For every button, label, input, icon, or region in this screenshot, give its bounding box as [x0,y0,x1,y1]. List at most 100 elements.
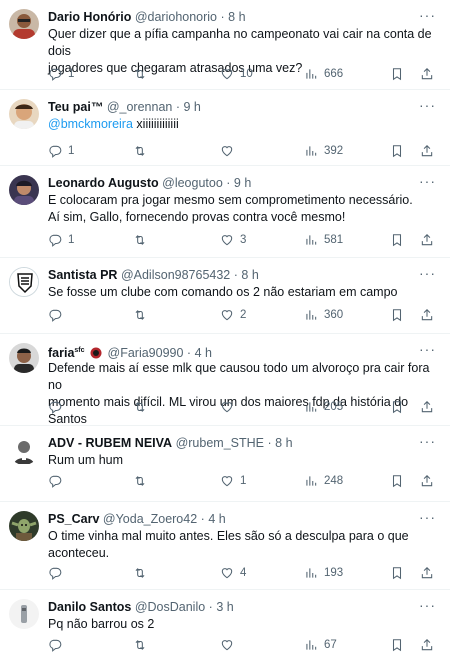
avatar[interactable] [9,343,39,373]
tweet[interactable]: Dario Honório @dariohonorio · 8 h ··· Qu… [0,0,450,90]
retweet-button[interactable] [133,231,153,249]
avatar[interactable] [9,435,39,465]
retweet-button[interactable] [133,472,153,490]
retweet-button[interactable] [133,398,153,416]
reply-button[interactable] [48,398,68,416]
bookmark-button[interactable] [390,306,404,324]
reply-button[interactable] [48,306,68,324]
timestamp[interactable]: 8 h [228,10,245,24]
views-button[interactable]: 193 [304,564,343,582]
tweet[interactable]: PS_Carv @Yoda_Zoero42 · 4 h ··· O time v… [0,502,450,590]
display-name[interactable]: Teu pai™ [48,100,103,114]
reply-button[interactable]: 1 [48,65,74,83]
more-icon[interactable]: ··· [419,342,436,356]
timestamp[interactable]: 3 h [216,600,233,614]
display-name-text: faria [48,346,75,360]
username[interactable]: @_orennan [107,100,173,114]
display-name[interactable]: fariasfc [48,346,85,360]
timestamp[interactable]: 8 h [275,436,292,450]
username[interactable]: @Faria90990 [108,346,184,360]
avatar[interactable] [9,599,39,629]
timestamp[interactable]: 9 h [183,100,200,114]
display-name[interactable]: Dario Honório [48,10,131,24]
more-icon[interactable]: ··· [419,266,436,280]
more-icon[interactable]: ··· [419,598,436,612]
bookmark-button[interactable] [390,398,404,416]
retweet-button[interactable] [133,636,153,654]
like-button[interactable]: 1 [220,472,246,490]
tweet[interactable]: Teu pai™ @_orennan · 9 h ··· @bmckmoreir… [0,90,450,166]
reply-button[interactable]: 1 [48,142,74,160]
share-button[interactable] [420,398,434,416]
share-button[interactable] [420,564,434,582]
share-button[interactable] [420,472,434,490]
like-button[interactable]: 4 [220,564,246,582]
username[interactable]: @rubem_STHE [176,436,264,450]
more-icon[interactable]: ··· [419,174,436,188]
bookmark-button[interactable] [390,564,404,582]
avatar[interactable] [9,267,39,297]
text-line: aconteceu. [48,546,110,560]
more-icon[interactable]: ··· [419,98,436,112]
reply-button[interactable]: 1 [48,231,74,249]
username[interactable]: @DosDanilo [135,600,205,614]
share-icon [421,639,433,651]
retweet-button[interactable] [133,142,153,160]
views-button[interactable]: 666 [304,65,343,83]
tweet[interactable]: ADV - RUBEM NEIVA @rubem_STHE · 8 h ··· … [0,426,450,502]
like-button[interactable] [220,398,240,416]
timestamp[interactable]: 8 h [241,268,258,282]
bookmark-button[interactable] [390,636,404,654]
tweet[interactable]: Danilo Santos @DosDanilo · 3 h ··· Pq nã… [0,590,450,670]
share-button[interactable] [420,65,434,83]
display-name[interactable]: Santista PR [48,268,117,282]
timestamp[interactable]: 4 h [195,346,212,360]
avatar[interactable] [9,175,39,205]
share-button[interactable] [420,231,434,249]
username[interactable]: @Adilson98765432 [121,268,230,282]
like-button[interactable]: 10 [220,65,253,83]
share-button[interactable] [420,306,434,324]
share-button[interactable] [420,142,434,160]
bookmark-button[interactable] [390,231,404,249]
reply-button[interactable] [48,636,68,654]
bookmark-button[interactable] [390,142,404,160]
display-name[interactable]: ADV - RUBEM NEIVA [48,436,172,450]
reply-button[interactable] [48,564,68,582]
share-button[interactable] [420,636,434,654]
timestamp[interactable]: 9 h [234,176,251,190]
username[interactable]: @leogutoo [162,176,223,190]
display-name[interactable]: Leonardo Augusto [48,176,159,190]
like-button[interactable]: 3 [220,231,246,249]
avatar[interactable] [9,99,39,129]
reply-button[interactable] [48,472,68,490]
views-button[interactable]: 67 [304,636,337,654]
retweet-button[interactable] [133,564,153,582]
more-icon[interactable]: ··· [419,510,436,524]
display-name[interactable]: PS_Carv [48,512,99,526]
views-button[interactable]: 581 [304,231,343,249]
views-button[interactable]: 360 [304,306,343,324]
retweet-button[interactable] [133,306,153,324]
more-icon[interactable]: ··· [419,434,436,448]
display-name[interactable]: Danilo Santos [48,600,131,614]
views-button[interactable]: 392 [304,142,343,160]
views-button[interactable]: 205 [304,398,343,416]
mention-link[interactable]: @bmckmoreira [48,117,133,131]
like-button[interactable] [220,636,240,654]
tweet[interactable]: fariasfc @Faria90990 · 4 h ··· Defende m… [0,334,450,426]
username[interactable]: @Yoda_Zoero42 [103,512,197,526]
username[interactable]: @dariohonorio [135,10,217,24]
views-button[interactable]: 248 [304,472,343,490]
avatar[interactable] [9,9,39,39]
retweet-button[interactable] [133,65,153,83]
bookmark-button[interactable] [390,472,404,490]
avatar[interactable] [9,511,39,541]
like-button[interactable]: 2 [220,306,246,324]
timestamp[interactable]: 4 h [208,512,225,526]
like-button[interactable] [220,142,240,160]
more-icon[interactable]: ··· [419,8,436,22]
tweet[interactable]: Leonardo Augusto @leogutoo · 9 h ··· E c… [0,166,450,258]
tweet[interactable]: Santista PR @Adilson98765432 · 8 h ··· S… [0,258,450,334]
bookmark-button[interactable] [390,65,404,83]
